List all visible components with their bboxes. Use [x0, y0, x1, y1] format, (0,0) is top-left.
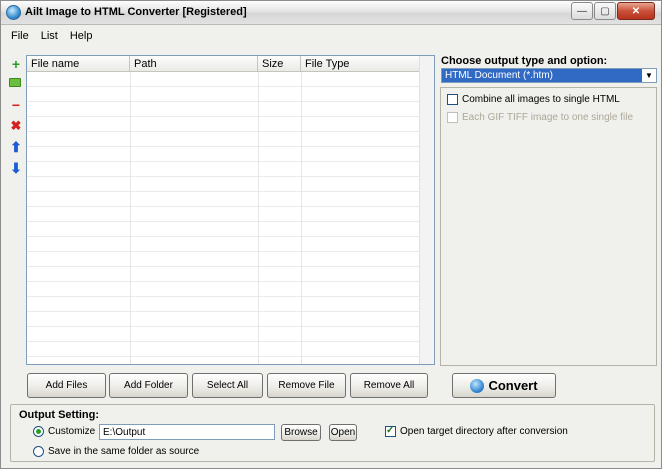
open-after-label: Open target directory after conversion	[400, 426, 568, 437]
move-up-icon[interactable]: ⬆	[9, 140, 23, 154]
output-setting-label: Output Setting:	[19, 409, 100, 421]
remove-file-button[interactable]: Remove File	[267, 373, 346, 398]
open-after-checkbox[interactable]	[385, 425, 396, 437]
output-type-label: Choose output type and option:	[441, 55, 608, 67]
output-path-input[interactable]	[99, 424, 275, 440]
output-type-value: HTML Document (*.htm)	[442, 69, 642, 82]
add-folder-button[interactable]: Add Folder	[109, 373, 188, 398]
column-path[interactable]: Path	[130, 56, 258, 72]
same-folder-radio[interactable]	[33, 446, 44, 457]
column-divider	[301, 72, 302, 364]
window-title: Ailt Image to HTML Converter [Registered…	[25, 6, 247, 18]
output-type-select[interactable]: HTML Document (*.htm) ▼	[441, 68, 657, 83]
customize-label: Customize	[48, 426, 96, 437]
each-image-option: Each GIF TIFF image to one single file	[447, 112, 633, 123]
menu-bar: File List Help	[1, 27, 661, 45]
open-after-option[interactable]: Open target directory after conversion	[385, 425, 568, 437]
open-button[interactable]: Open	[329, 424, 357, 441]
menu-file[interactable]: File	[5, 27, 35, 45]
column-divider	[130, 72, 131, 364]
combine-images-label: Combine all images to single HTML	[462, 94, 620, 105]
menu-list[interactable]: List	[35, 27, 64, 45]
remove-all-icon[interactable]: ✖	[9, 119, 23, 133]
customize-radio[interactable]	[33, 426, 44, 437]
same-folder-option[interactable]: Save in the same folder as source	[33, 446, 199, 457]
maximize-icon: ▢	[600, 5, 610, 17]
app-window: Ailt Image to HTML Converter [Registered…	[0, 0, 662, 469]
convert-refresh-icon	[470, 378, 485, 393]
maximize-button[interactable]: ▢	[594, 2, 616, 20]
window-controls: — ▢ ✕	[571, 2, 655, 20]
convert-button[interactable]: Convert	[452, 373, 556, 398]
column-file-type[interactable]: File Type	[301, 56, 420, 72]
side-toolbar: + − ✖ ⬆ ⬇	[9, 57, 25, 182]
move-down-icon[interactable]: ⬇	[9, 161, 23, 175]
close-icon: ✕	[631, 5, 641, 17]
convert-label: Convert	[488, 378, 538, 393]
combine-images-option[interactable]: Combine all images to single HTML	[447, 94, 620, 105]
add-files-button[interactable]: Add Files	[27, 373, 106, 398]
chevron-down-icon[interactable]: ▼	[642, 69, 656, 82]
close-button[interactable]: ✕	[617, 2, 655, 20]
app-globe-icon	[6, 5, 21, 20]
customize-option[interactable]: Customize	[33, 426, 95, 437]
select-all-button[interactable]: Select All	[192, 373, 263, 398]
minimize-icon: —	[577, 5, 587, 17]
each-image-label: Each GIF TIFF image to one single file	[462, 112, 634, 123]
column-file-name[interactable]: File name	[27, 56, 130, 72]
column-divider	[258, 72, 259, 364]
same-folder-label: Save in the same folder as source	[48, 446, 200, 457]
file-list-header: File name Path Size File Type	[27, 56, 434, 72]
file-list-rows	[27, 72, 434, 364]
add-folder-icon[interactable]	[9, 78, 21, 87]
minimize-button[interactable]: —	[571, 2, 593, 20]
browse-button[interactable]: Browse	[281, 424, 321, 441]
title-bar[interactable]: Ailt Image to HTML Converter [Registered…	[1, 1, 661, 25]
file-list[interactable]: File name Path Size File Type	[26, 55, 435, 365]
remove-all-button[interactable]: Remove All	[350, 373, 428, 398]
remove-icon[interactable]: −	[9, 98, 23, 112]
file-list-scrollbar[interactable]	[419, 56, 434, 364]
options-panel: Combine all images to single HTML Each G…	[440, 87, 657, 366]
column-size[interactable]: Size	[258, 56, 301, 72]
menu-help[interactable]: Help	[64, 27, 99, 45]
combine-images-checkbox[interactable]	[447, 94, 458, 105]
each-image-checkbox	[447, 112, 458, 123]
add-file-icon[interactable]: +	[9, 57, 23, 71]
